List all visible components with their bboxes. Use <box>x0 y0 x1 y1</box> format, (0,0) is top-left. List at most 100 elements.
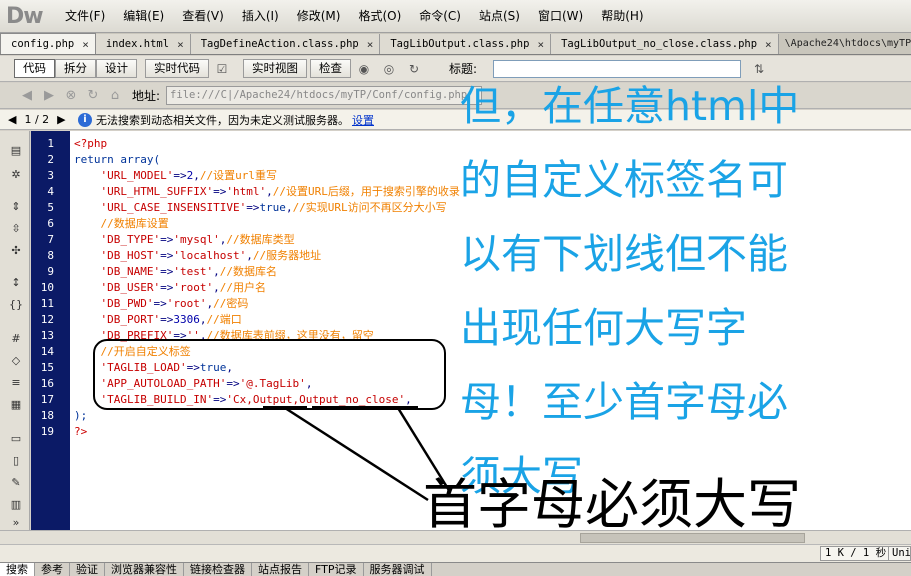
document-toolbar: 代码 拆分 设计 实时代码 ☑ 实时视图 检查 ◉ ◎ ↻ 标题: ⇅ <box>0 56 911 82</box>
collapse-selection-icon[interactable]: ⇳ <box>8 221 24 237</box>
menu-item-2[interactable]: 查看(V) <box>173 5 233 27</box>
code-token: //设置url重写 <box>199 169 277 182</box>
menu-item-4[interactable]: 修改(M) <box>288 5 350 27</box>
panel-tab-1[interactable]: 参考 <box>35 563 70 576</box>
line-number: 4 <box>47 185 54 198</box>
panel-tab-7[interactable]: 服务器调试 <box>364 563 432 576</box>
open-documents-icon[interactable]: ▤ <box>8 143 24 159</box>
panel-tab-3[interactable]: 浏览器兼容性 <box>105 563 184 576</box>
apply-comment-icon[interactable]: ▭ <box>8 431 24 447</box>
remove-comment-icon[interactable]: ▯ <box>8 453 24 469</box>
code-token: => <box>246 201 260 214</box>
menu-bar: Dw 文件(F) 编辑(E) 查看(V) 插入(I) 修改(M) 格式(O) 命令(C) 站点… <box>0 0 911 33</box>
menu-item-5[interactable]: 格式(O) <box>349 5 410 27</box>
code-view-button[interactable]: 代码 <box>14 59 55 78</box>
menu-item-6[interactable]: 命令(C) <box>410 5 470 27</box>
panel-tab-4[interactable]: 链接检查器 <box>184 563 252 576</box>
info-message: 无法搜索到动态相关文件，因为未定义测试服务器。 <box>96 113 349 127</box>
title-input[interactable] <box>493 59 742 78</box>
inspect-button[interactable]: 检查 <box>310 59 351 78</box>
tab-1[interactable]: index.html × <box>95 34 191 54</box>
menu-item-3[interactable]: 插入(I) <box>233 5 288 27</box>
menu-item-0[interactable]: 文件(F) <box>56 5 114 27</box>
home-icon[interactable]: ⌂ <box>106 87 124 105</box>
line-number: 8 <box>47 249 54 262</box>
menu-item-9[interactable]: 帮助(H) <box>592 5 652 27</box>
panel-tab-0[interactable]: 搜索 <box>0 563 35 576</box>
menu-item-8[interactable]: 窗口(W) <box>529 5 592 27</box>
tab-3[interactable]: TagLibOutput.class.php × <box>380 34 552 54</box>
stop-icon[interactable]: ⊗ <box>62 87 80 105</box>
refresh-icon[interactable]: ↻ <box>404 59 424 78</box>
code-token: 'URL_HTML_SUFFIX' <box>74 185 214 198</box>
code-token: 'URL_MODEL' <box>74 169 174 182</box>
close-icon[interactable]: × <box>763 35 774 54</box>
setup-link[interactable]: 设置 <box>352 112 374 128</box>
highlight-invalid-code-icon[interactable]: ◇ <box>8 353 24 369</box>
menu-item-1[interactable]: 编辑(E) <box>114 5 173 27</box>
code-token: => <box>160 265 174 278</box>
encoding-status: Unicode <box>888 546 911 561</box>
line-number: 3 <box>47 169 54 182</box>
tab-label: TagDefineAction.class.php <box>200 37 359 50</box>
menu-item-7[interactable]: 站点(S) <box>470 5 529 27</box>
prev-icon[interactable]: ◀ <box>8 113 16 126</box>
code-token: 'root' <box>166 297 207 310</box>
line-number: 17 <box>40 393 54 406</box>
tab-label: index.html <box>105 37 170 50</box>
close-icon[interactable]: × <box>535 35 546 54</box>
tab-2[interactable]: TagDefineAction.class.php × <box>190 34 381 54</box>
code-token: 3306 <box>173 313 200 326</box>
word-wrap-icon[interactable]: ≡ <box>8 375 24 391</box>
back-icon[interactable]: ◀ <box>18 87 36 105</box>
visual-aids-icon[interactable]: ◎ <box>379 59 399 78</box>
cyan-annotation-line: 的自定义标签名可 <box>460 156 788 204</box>
panel-tab-6[interactable]: FTP记录 <box>309 563 364 576</box>
code-token: //密码 <box>213 297 249 310</box>
split-view-button[interactable]: 拆分 <box>55 59 96 78</box>
live-code-button[interactable]: 实时代码 <box>145 59 209 78</box>
syntax-coloring-icon[interactable]: ▦ <box>8 397 24 413</box>
annotation-black-text: 首字母必须大写 <box>423 473 801 536</box>
code-token: //设置URL后缀，用于搜索引擎的收录 <box>272 185 460 198</box>
tab-label: config.php <box>11 37 75 50</box>
code-line: <?php <box>74 136 107 152</box>
panel-tab-5[interactable]: 站点报告 <box>252 563 309 576</box>
line-numbers-icon[interactable]: # <box>8 331 24 347</box>
code-token: 'mysql' <box>173 233 220 246</box>
check-errors-icon[interactable]: ☑ <box>212 59 232 78</box>
code-line: 'DB_NAME'=>'test',//数据库名 <box>74 264 276 280</box>
file-management-icon[interactable]: ⇅ <box>749 59 769 78</box>
code-token: 'localhost' <box>173 249 247 262</box>
expand-all-icon[interactable]: ✣ <box>8 243 24 259</box>
tab-0[interactable]: config.php × <box>0 33 96 54</box>
code-token: => <box>153 297 167 310</box>
wrap-tag-icon[interactable]: ✎ <box>8 475 24 491</box>
collapse-full-tag-icon[interactable]: ⇕ <box>8 199 24 215</box>
line-number: 19 <box>40 425 54 438</box>
code-line: 'DB_TYPE'=>'mysql',//数据库类型 <box>74 232 294 248</box>
more-tools-icon[interactable]: » <box>8 515 24 531</box>
close-icon[interactable]: × <box>365 35 376 54</box>
live-view-button[interactable]: 实时视图 <box>243 59 307 78</box>
select-parent-tag-icon[interactable]: ↕ <box>8 275 24 291</box>
address-input[interactable]: file:///C|/Apache24/htdocs/myTP/Conf/con… <box>166 86 483 105</box>
line-number: 7 <box>47 233 54 246</box>
code-token: 'DB_TYPE' <box>74 233 161 246</box>
recent-snippets-icon[interactable]: ▥ <box>8 497 24 513</box>
design-view-button[interactable]: 设计 <box>96 59 137 78</box>
panel-tab-2[interactable]: 验证 <box>70 563 105 576</box>
refresh-icon[interactable]: ↻ <box>84 87 102 105</box>
show-code-navigator-icon[interactable]: ✲ <box>8 167 24 183</box>
line-number-gutter: 1 2 3 4 5 6 7 8 9 10 11 12 13 14 15 16 17 18 19 <box>31 131 70 530</box>
code-token: 'DB_USER' <box>74 281 161 294</box>
forward-icon[interactable]: ▶ <box>40 87 58 105</box>
close-icon[interactable]: × <box>80 35 91 54</box>
code-token: => <box>213 185 227 198</box>
tab-4[interactable]: TagLibOutput_no_close.class.php × <box>551 34 779 54</box>
balance-braces-icon[interactable]: {} <box>8 297 24 313</box>
globe-preview-icon[interactable]: ◉ <box>354 59 374 78</box>
line-number: 13 <box>40 329 54 342</box>
close-icon[interactable]: × <box>175 35 186 54</box>
next-icon[interactable]: ▶ <box>57 113 65 126</box>
